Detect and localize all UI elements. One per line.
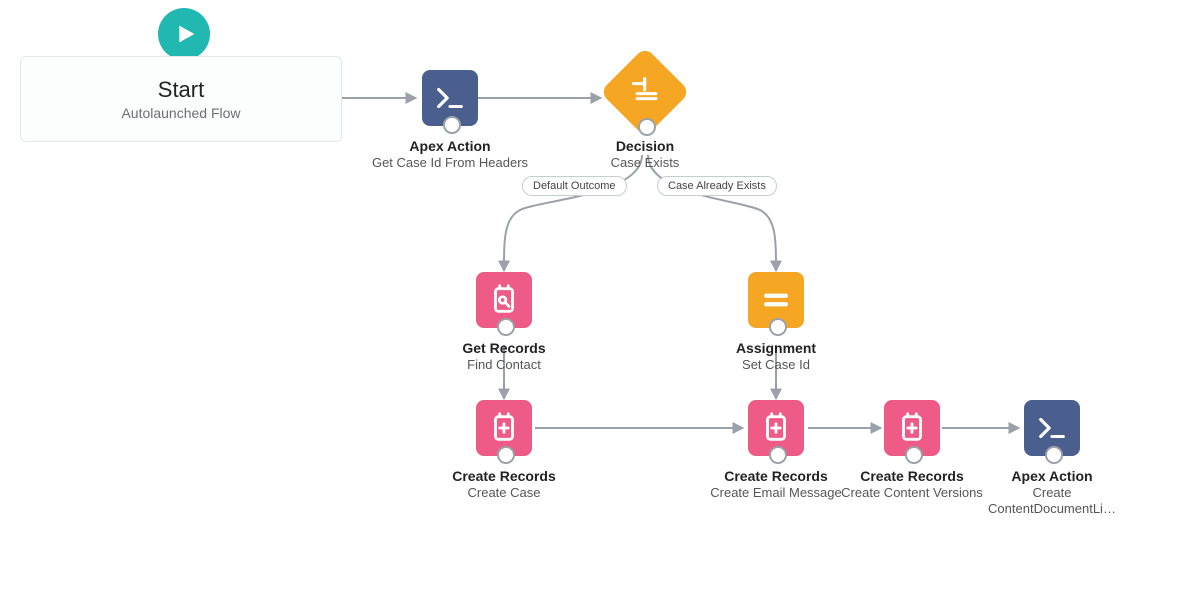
assignment-icon	[748, 272, 804, 328]
node-sub: Find Contact	[467, 357, 541, 373]
get-records-icon	[476, 272, 532, 328]
node-title: Get Records	[462, 340, 545, 356]
node-sub: Create Content Versions	[841, 485, 983, 501]
flow-canvas[interactable]: Start Autolaunched Flow Apex Action Get …	[0, 0, 1200, 594]
node-title: Create Records	[724, 468, 828, 484]
node-sub: Create Case	[468, 485, 541, 501]
outcome-case-already-exists[interactable]: Case Already Exists	[657, 176, 777, 196]
node-apex-action-get-case-id[interactable]: Apex Action Get Case Id From Headers	[370, 70, 530, 171]
node-title: Decision	[616, 138, 674, 154]
node-decision-case-exists[interactable]: Decision Case Exists	[565, 60, 725, 170]
node-sub: Create ContentDocumentLi…	[972, 485, 1132, 518]
node-get-records-find-contact[interactable]: Get Records Find Contact	[424, 272, 584, 373]
node-sub: Set Case Id	[742, 357, 810, 373]
outcome-default[interactable]: Default Outcome	[522, 176, 627, 196]
node-sub: Case Exists	[611, 155, 680, 170]
create-records-icon	[476, 400, 532, 456]
start-title: Start	[158, 77, 204, 103]
node-title: Create Records	[452, 468, 556, 484]
start-play-icon[interactable]	[158, 8, 210, 60]
node-create-records-content-versions[interactable]: Create Records Create Content Versions	[832, 400, 992, 501]
create-records-icon	[884, 400, 940, 456]
node-assignment-set-case-id[interactable]: Assignment Set Case Id	[696, 272, 856, 373]
apex-action-icon	[422, 70, 478, 126]
node-title: Create Records	[860, 468, 964, 484]
node-title: Apex Action	[1011, 468, 1092, 484]
node-sub: Create Email Message	[710, 485, 842, 501]
node-title: Apex Action	[409, 138, 490, 154]
start-node[interactable]: Start Autolaunched Flow	[20, 56, 342, 142]
node-create-records-create-case[interactable]: Create Records Create Case	[424, 400, 584, 501]
node-title: Assignment	[736, 340, 816, 356]
node-apex-action-content-doc-link[interactable]: Apex Action Create ContentDocumentLi…	[972, 400, 1132, 518]
node-sub: Get Case Id From Headers	[372, 155, 528, 171]
apex-action-icon	[1024, 400, 1080, 456]
start-subtitle: Autolaunched Flow	[121, 105, 240, 121]
create-records-icon	[748, 400, 804, 456]
